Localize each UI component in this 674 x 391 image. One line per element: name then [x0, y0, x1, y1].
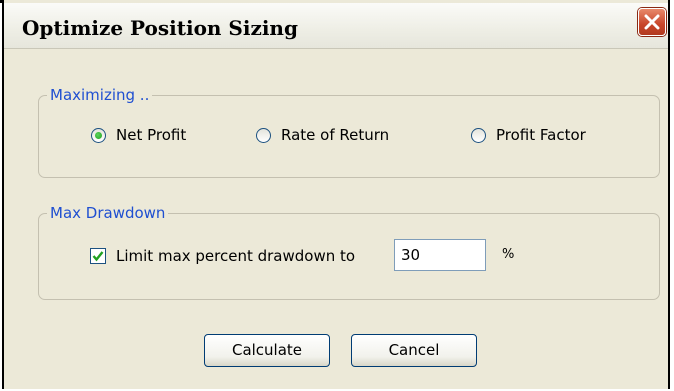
radio-net-profit[interactable]: Net Profit — [91, 126, 186, 144]
radio-button[interactable] — [256, 127, 271, 143]
drawdown-percent-input[interactable]: 30 — [394, 239, 486, 271]
limit-drawdown-label: Limit max percent drawdown to — [116, 247, 356, 265]
limit-drawdown-checkbox[interactable]: Limit max percent drawdown to — [90, 247, 355, 265]
close-icon — [644, 14, 660, 30]
radio-button[interactable] — [471, 127, 486, 143]
cancel-button[interactable]: Cancel — [351, 334, 477, 367]
calculate-button[interactable]: Calculate — [204, 334, 330, 367]
radio-profit-factor[interactable]: Profit Factor — [471, 126, 586, 144]
radio-label-net-profit: Net Profit — [116, 126, 187, 144]
maximizing-legend: Maximizing .. — [50, 86, 150, 104]
radio-label-rate-of-return: Rate of Return — [281, 126, 390, 144]
checkbox[interactable] — [90, 248, 106, 264]
radio-label-profit-factor: Profit Factor — [496, 126, 586, 144]
dialog-window: Optimize Position Sizing Maximizing .. N… — [2, 0, 670, 389]
title-bar[interactable]: Optimize Position Sizing — [4, 3, 668, 49]
radio-button-selected[interactable] — [91, 127, 106, 143]
radio-rate-of-return[interactable]: Rate of Return — [256, 126, 389, 144]
close-button[interactable] — [638, 8, 666, 36]
window-frame-right — [670, 0, 674, 391]
checkmark-icon — [92, 251, 104, 262]
percent-unit-label: % — [502, 247, 515, 262]
window-title: Optimize Position Sizing — [22, 16, 298, 40]
drawdown-legend: Max Drawdown — [50, 204, 166, 222]
